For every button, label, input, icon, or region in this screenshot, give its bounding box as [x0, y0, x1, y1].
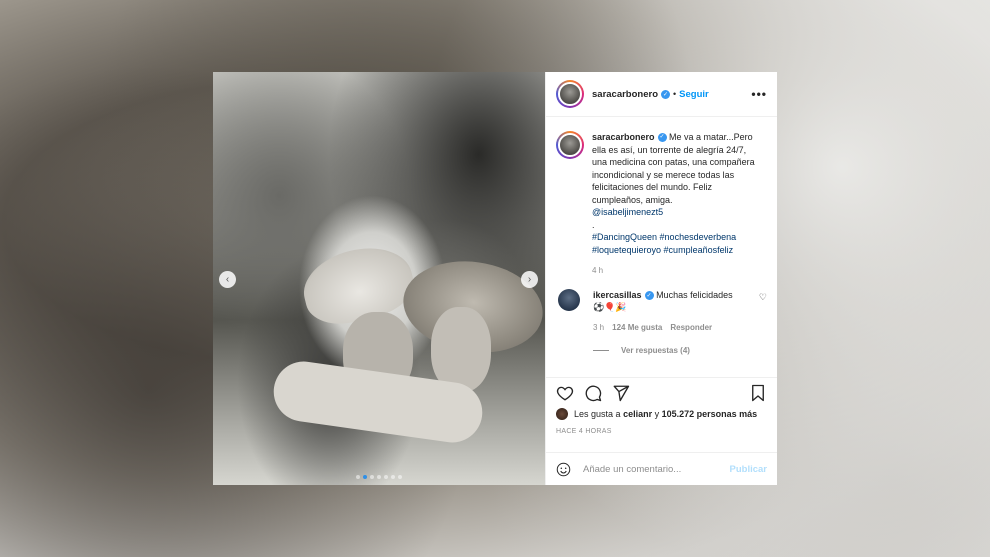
- hashtags-line-1[interactable]: #DancingQueen #nochesdeverbena: [592, 232, 736, 242]
- caption-username[interactable]: saracarbonero: [592, 132, 655, 142]
- comment-time: 3 h: [593, 323, 605, 332]
- publish-button[interactable]: Publicar: [730, 464, 768, 475]
- carousel-dot: [377, 475, 381, 479]
- caption: saracarbonero ✓ Me va a matar...Pero ella…: [556, 131, 767, 256]
- likes-count[interactable]: 105.272 personas más: [662, 409, 758, 419]
- chevron-left-icon: ‹: [225, 274, 230, 285]
- commenter-avatar[interactable]: [558, 289, 580, 311]
- verified-badge-icon: ✓: [661, 89, 671, 99]
- comment-likes[interactable]: 124 Me gusta: [612, 323, 662, 332]
- action-icons: [556, 384, 767, 402]
- emoji-smiley-icon[interactable]: [556, 462, 571, 477]
- post-header: saracarbonero ✓ • Seguir •••: [546, 72, 777, 117]
- replies-line: [593, 350, 609, 351]
- likes-prefix: Les gusta a: [574, 409, 621, 419]
- comment-text: Muchas felicidades: [656, 290, 733, 300]
- comment-bubble-icon[interactable]: [584, 384, 602, 402]
- comment-meta: 3 h 124 Me gusta Responder: [593, 323, 767, 332]
- caption-avatar[interactable]: [556, 131, 584, 159]
- share-send-icon[interactable]: [612, 384, 630, 402]
- add-comment-bar: Publicar: [546, 452, 777, 485]
- carousel-next-button[interactable]: ›: [521, 271, 538, 288]
- comment-body: ikercasillas ✓ Muchas felicidades ⚽🎈🎉: [593, 289, 743, 313]
- comment-like-heart-icon[interactable]: ♡: [759, 292, 767, 303]
- commenter-username[interactable]: ikercasillas: [593, 290, 642, 300]
- comment: ikercasillas ✓ Muchas felicidades ⚽🎈🎉 ♡: [556, 289, 767, 313]
- caption-time: 4 h: [592, 266, 604, 275]
- view-replies-button[interactable]: Ver respuestas (4): [593, 346, 767, 355]
- caption-text: saracarbonero ✓ Me va a matar...Pero ella…: [592, 131, 762, 256]
- likes-connector: y: [654, 409, 660, 419]
- comment-emojis: ⚽🎈🎉: [593, 302, 627, 312]
- liker-username[interactable]: celianr: [623, 409, 652, 419]
- separator-dot: •: [673, 89, 677, 99]
- carousel-dots: [213, 475, 545, 479]
- liker-avatar: [556, 408, 568, 420]
- carousel-dot: [370, 475, 374, 479]
- author-avatar[interactable]: [556, 80, 584, 108]
- avatar-image: [558, 133, 582, 157]
- post-actions: Les gusta a celianr y 105.272 personas m…: [546, 377, 777, 452]
- photo-face-right: [431, 307, 491, 392]
- post-sidebar: saracarbonero ✓ • Seguir ••• saracarbone…: [545, 72, 777, 485]
- carousel-dot: [391, 475, 395, 479]
- comments-area[interactable]: saracarbonero ✓ Me va a matar...Pero ella…: [546, 117, 777, 377]
- carousel-prev-button[interactable]: ‹: [219, 271, 236, 288]
- instagram-post: ‹ › saracarbonero ✓ • Seguir ••• saracar…: [213, 72, 777, 485]
- like-heart-icon[interactable]: [556, 384, 574, 402]
- mention-link[interactable]: @isabeljimenezt5: [592, 207, 663, 217]
- avatar-image: [558, 82, 582, 106]
- verified-badge-icon: ✓: [657, 133, 667, 143]
- carousel-dot: [398, 475, 402, 479]
- hashtags-line-2[interactable]: #loquetequieroyo #cumpleañosfeliz: [592, 245, 733, 255]
- post-timestamp: HACE 4 HORAS: [556, 428, 612, 435]
- caption-dot: .: [592, 219, 595, 230]
- follow-button[interactable]: Seguir: [679, 89, 709, 100]
- post-photo: ‹ ›: [213, 72, 545, 485]
- reply-button[interactable]: Responder: [670, 323, 712, 332]
- carousel-dot: [384, 475, 388, 479]
- more-options-icon[interactable]: •••: [751, 87, 767, 101]
- bookmark-icon[interactable]: [749, 384, 767, 402]
- carousel-dot: [356, 475, 360, 479]
- caption-body: Me va a matar...Pero ella es así, un tor…: [592, 132, 755, 205]
- view-replies-label: Ver respuestas (4): [621, 346, 690, 355]
- author-username[interactable]: saracarbonero: [592, 89, 658, 100]
- verified-badge-icon: ✓: [644, 291, 654, 301]
- carousel-dot-active: [363, 475, 367, 479]
- comment-input[interactable]: [583, 463, 730, 475]
- likes-summary: Les gusta a celianr y 105.272 personas m…: [556, 408, 767, 420]
- chevron-right-icon: ›: [527, 274, 532, 285]
